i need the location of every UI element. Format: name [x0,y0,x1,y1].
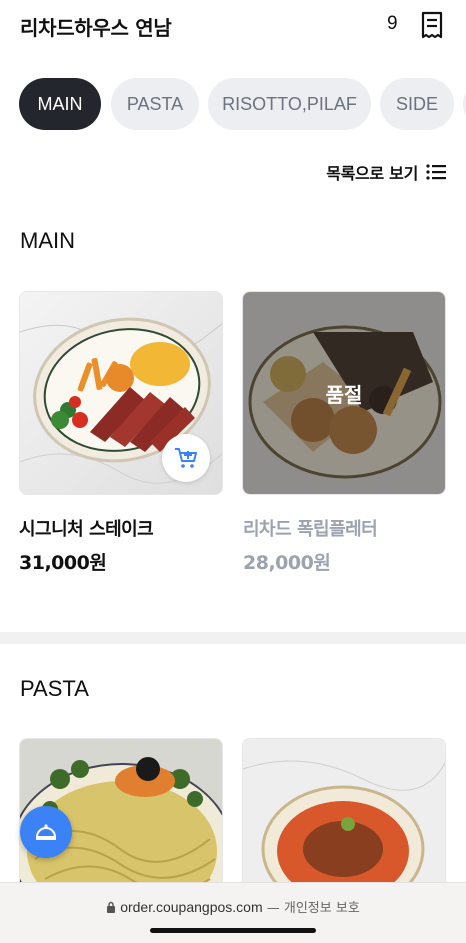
tab-risotto-pilaf[interactable]: RISOTTO,PILAF [208,78,371,130]
menu-item-price: 28,000원 [243,552,331,574]
list-view-label: 목록으로 보기 [326,164,418,183]
url-row[interactable]: order.coupangpos.com — 개인정보 보호 [0,897,466,916]
section-divider [0,632,466,644]
section-title-main: MAIN [20,228,75,253]
lock-icon [107,901,116,913]
home-indicator[interactable] [150,928,316,933]
staff-call-button[interactable] [20,806,72,858]
tab-side[interactable]: SIDE [380,78,454,130]
store-name: 리차드하우스 연남 [20,16,172,40]
cloche-icon [35,824,57,840]
category-tabs: MAIN PASTA RISOTTO,PILAF SIDE [19,78,466,130]
menu-item-image[interactable] [19,291,223,495]
menu-item-name: 시그니처 스테이크 [19,519,154,540]
add-to-cart-button[interactable] [162,434,210,482]
order-count: 9 [387,13,398,34]
tab-pasta[interactable]: PASTA [111,78,199,130]
add-cart-icon [175,448,197,468]
list-icon [426,164,446,180]
browser-address-bar: order.coupangpos.com — 개인정보 보호 [0,882,466,943]
section-title-pasta: PASTA [20,676,89,701]
sold-out-overlay: 품절 [243,292,445,494]
url-text: order.coupangpos.com [120,899,263,915]
pasta-image [243,739,445,897]
app-header: 리차드하우스 연남 9 [0,0,466,56]
menu-item-name: 리차드 폭립플레터 [243,519,378,540]
privacy-label: — 개인정보 보호 [262,901,360,916]
menu-item-image[interactable] [242,738,446,898]
receipt-icon[interactable] [420,11,444,39]
menu-item-image[interactable]: 품절 [242,291,446,495]
tab-main[interactable]: MAIN [19,78,101,130]
list-view-toggle[interactable]: 목록으로 보기 [326,160,446,184]
menu-item-price: 31,000원 [19,552,107,574]
